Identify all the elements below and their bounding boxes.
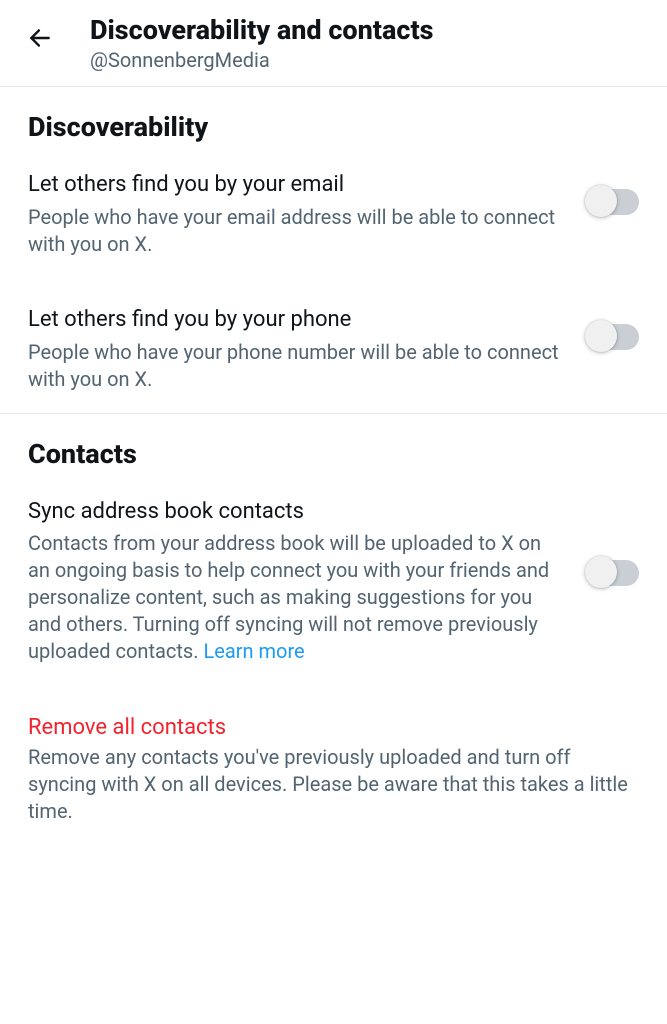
setting-label: Let others find you by your email	[28, 171, 567, 200]
header-text-block: Discoverability and contacts @Sonnenberg…	[90, 14, 647, 72]
setting-find-by-email: Let others find you by your email People…	[28, 171, 639, 258]
setting-description: People who have your email address will …	[28, 204, 567, 258]
toggle-find-by-phone[interactable]	[587, 324, 639, 350]
setting-find-by-phone: Let others find you by your phone People…	[28, 306, 639, 393]
discoverability-title: Discoverability	[28, 111, 639, 143]
setting-label: Sync address book contacts	[28, 498, 567, 527]
username-label: @SonnenbergMedia	[90, 48, 647, 72]
page-title: Discoverability and contacts	[90, 14, 647, 46]
toggle-find-by-email[interactable]	[587, 189, 639, 215]
learn-more-link[interactable]: Learn more	[203, 639, 304, 663]
setting-description: Contacts from your address book will be …	[28, 530, 567, 665]
page-header: Discoverability and contacts @Sonnenberg…	[0, 0, 667, 87]
toggle-knob	[585, 320, 617, 352]
contacts-title: Contacts	[28, 438, 639, 470]
setting-label: Let others find you by your phone	[28, 306, 567, 335]
setting-description: People who have your phone number will b…	[28, 339, 567, 393]
back-button[interactable]	[20, 20, 60, 60]
setting-text: Let others find you by your email People…	[28, 171, 587, 258]
contacts-section: Contacts Sync address book contacts Cont…	[0, 414, 667, 686]
setting-text: Sync address book contacts Contacts from…	[28, 498, 587, 666]
discoverability-section: Discoverability Let others find you by y…	[0, 87, 667, 413]
toggle-sync-contacts[interactable]	[587, 560, 639, 586]
arrow-left-icon	[27, 25, 53, 55]
remove-contacts-description: Remove any contacts you've previously up…	[28, 744, 639, 825]
setting-sync-contacts: Sync address book contacts Contacts from…	[28, 498, 639, 666]
remove-contacts-title: Remove all contacts	[28, 715, 639, 740]
toggle-knob	[585, 556, 617, 588]
toggle-knob	[585, 185, 617, 217]
setting-text: Let others find you by your phone People…	[28, 306, 587, 393]
remove-contacts-block[interactable]: Remove all contacts Remove any contacts …	[0, 715, 667, 853]
